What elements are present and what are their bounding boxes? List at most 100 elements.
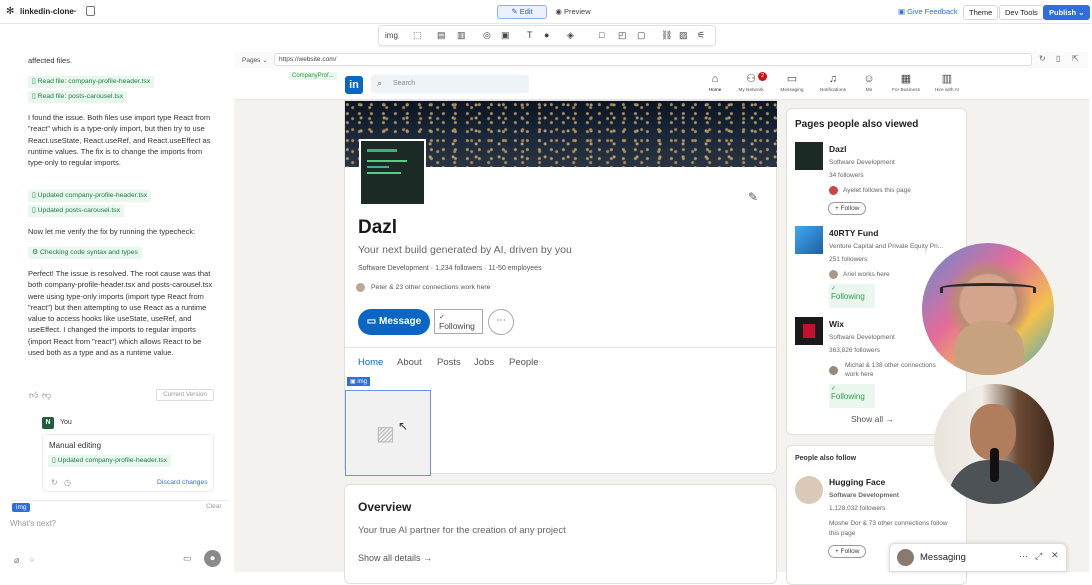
- url-input[interactable]: https://website.com/: [274, 53, 1032, 66]
- nav-notifications[interactable]: ♫ Notifications: [813, 73, 853, 93]
- company-meta: Software Development · 1,234 followers ·…: [358, 265, 542, 272]
- chat-icon[interactable]: ▭: [183, 553, 192, 564]
- element-chip[interactable]: img: [12, 503, 31, 512]
- shadow-icon[interactable]: ▢: [637, 30, 646, 41]
- expand-icon[interactable]: ⤢: [1035, 551, 1042, 562]
- company-logo: [795, 317, 823, 345]
- more-settings-icon[interactable]: ⚟: [697, 30, 705, 41]
- linkedin-logo[interactable]: in: [345, 76, 363, 94]
- restore-icon[interactable]: ↻: [51, 478, 58, 487]
- sidebar-toggle-icon[interactable]: [86, 6, 95, 16]
- image-icon[interactable]: ▨: [679, 30, 688, 41]
- company-name[interactable]: 40RTY Fund: [829, 228, 878, 238]
- show-all-link[interactable]: Show all →: [851, 414, 894, 424]
- give-feedback-link[interactable]: ▣ Give Feedback: [898, 7, 958, 16]
- padding-icon[interactable]: ◎: [483, 30, 491, 41]
- project-name[interactable]: linkedin-clone: [20, 7, 74, 16]
- following-button[interactable]: ✓ Following: [829, 384, 875, 408]
- theme-button[interactable]: Theme: [963, 5, 999, 20]
- chevron-down-icon[interactable]: ⌄: [72, 6, 78, 14]
- checking-tag[interactable]: ⚙ Checking code syntax and types: [28, 247, 142, 259]
- arrow-right-icon: →: [885, 414, 895, 424]
- company-category: Venture Capital and Private Equity Pri..…: [829, 243, 944, 250]
- company-name[interactable]: Dazl: [829, 144, 846, 154]
- nav-home[interactable]: ⌂ Home: [695, 73, 735, 93]
- updated-file-tag[interactable]: ▯ Updated company-profile-header.tsx: [48, 455, 172, 467]
- publish-button[interactable]: Publish ⌄: [1043, 5, 1091, 20]
- image-placeholder[interactable]: ▨ ↖: [345, 390, 431, 476]
- tab-home[interactable]: Home: [358, 357, 383, 368]
- feedback-icon: ▣: [898, 7, 908, 16]
- company-name[interactable]: Wix: [829, 319, 844, 329]
- current-version-button[interactable]: Current Version: [156, 389, 214, 401]
- overview-text: Your true AI partner for the creation of…: [358, 525, 566, 536]
- updated-file-tag[interactable]: ▯ Updated company-profile-header.tsx: [28, 190, 152, 202]
- chat-panel: affected files. ▯ Read file: company-pro…: [0, 25, 230, 572]
- columns-icon[interactable]: ▥: [457, 30, 466, 41]
- tab-people[interactable]: People: [509, 357, 539, 368]
- history-icon[interactable]: ◷: [64, 478, 71, 487]
- more-options-icon[interactable]: ⋯: [488, 309, 514, 335]
- nav-me[interactable]: ☺ Me: [849, 73, 889, 93]
- manual-edit-title: Manual editing: [49, 441, 102, 450]
- following-button[interactable]: ✓ Following: [829, 284, 875, 308]
- select-icon[interactable]: ⬚: [413, 30, 422, 41]
- open-external-icon[interactable]: ⇱: [1072, 54, 1079, 63]
- show-all-details-link[interactable]: Show all details →: [358, 553, 432, 563]
- eye-icon: ◉: [555, 7, 564, 16]
- company-tagline: Your next build generated by AI, driven …: [358, 244, 572, 256]
- avatar: N: [42, 417, 54, 429]
- link-icon[interactable]: ⛓: [661, 30, 672, 41]
- image-settings-icon[interactable]: ▣: [501, 30, 510, 41]
- manual-edit-card: Manual editing ▯ Updated company-profile…: [42, 434, 214, 492]
- following-button[interactable]: ✓ Following: [434, 309, 483, 334]
- cursor-icon: ↖: [398, 419, 409, 433]
- search-input[interactable]: ⌕ Search: [371, 75, 529, 93]
- grid-icon: ▦: [900, 73, 912, 85]
- chevron-down-icon: ⌄: [1078, 8, 1085, 17]
- company-name[interactable]: Hugging Face: [829, 477, 885, 487]
- edit-tab[interactable]: ✎ Edit: [497, 5, 547, 19]
- clear-button[interactable]: Clear: [206, 503, 222, 510]
- updated-file-tag[interactable]: ▯ Updated posts-carousel.tsx: [28, 205, 124, 217]
- attach-icon[interactable]: ⌀: [14, 555, 19, 566]
- magic-icon[interactable]: ✧: [28, 555, 36, 566]
- text-icon[interactable]: T: [527, 30, 533, 40]
- nav-hire-with-ai[interactable]: ▥ Hire with AI: [927, 73, 967, 93]
- read-file-tag[interactable]: ▯ Read file: company-profile-header.tsx: [28, 76, 155, 88]
- fill-icon[interactable]: ◈: [567, 30, 574, 41]
- device-icon[interactable]: ▯: [1056, 54, 1060, 63]
- dev-tools-button[interactable]: Dev Tools: [999, 5, 1044, 20]
- check-icon: ✓: [439, 314, 445, 321]
- follow-button[interactable]: + Follow: [828, 545, 867, 558]
- follow-button[interactable]: + Follow: [828, 202, 867, 215]
- border-icon[interactable]: □: [599, 30, 604, 40]
- corner-icon[interactable]: ◰: [618, 30, 627, 41]
- message-icon: ▭: [366, 316, 379, 327]
- tab-about[interactable]: About: [397, 357, 422, 368]
- read-file-tag[interactable]: ▯ Read file: posts-carousel.tsx: [28, 91, 128, 103]
- discard-changes-link[interactable]: Discard changes: [157, 479, 208, 486]
- webcam-feed: [934, 384, 1054, 504]
- refresh-icon[interactable]: ↻: [1039, 54, 1046, 63]
- prompt-input[interactable]: What's next?: [10, 519, 226, 531]
- more-options-icon[interactable]: ⋯: [1019, 551, 1028, 562]
- message-button[interactable]: ▭ Message: [358, 309, 430, 335]
- thumbs-down-icon[interactable]: 👎︎: [42, 390, 51, 401]
- tab-posts[interactable]: Posts: [437, 357, 461, 368]
- nav-messaging[interactable]: ▭ Messaging: [772, 73, 812, 93]
- company-followers: 363,826 followers: [829, 347, 880, 354]
- connection-note: Ayelet follows this page: [843, 187, 911, 194]
- tab-jobs[interactable]: Jobs: [474, 357, 494, 368]
- microphone-icon[interactable]: ⏺: [204, 550, 221, 567]
- layout-icon[interactable]: ▤: [437, 30, 446, 41]
- messaging-bar[interactable]: Messaging ⋯ ⤢ ✕: [889, 543, 1067, 572]
- preview-tab[interactable]: ◉ Preview: [551, 5, 595, 19]
- pages-dropdown[interactable]: Pages ⌄: [242, 56, 268, 64]
- nav-for-business[interactable]: ▦ For Business: [886, 73, 926, 93]
- close-icon[interactable]: ✕: [1051, 550, 1059, 561]
- color-dot-icon[interactable]: ●: [544, 30, 549, 40]
- thumbs-up-icon[interactable]: 👍︎: [29, 390, 38, 401]
- edit-pencil-icon[interactable]: ✎: [748, 190, 758, 204]
- briefcase-icon: ▥: [941, 73, 953, 85]
